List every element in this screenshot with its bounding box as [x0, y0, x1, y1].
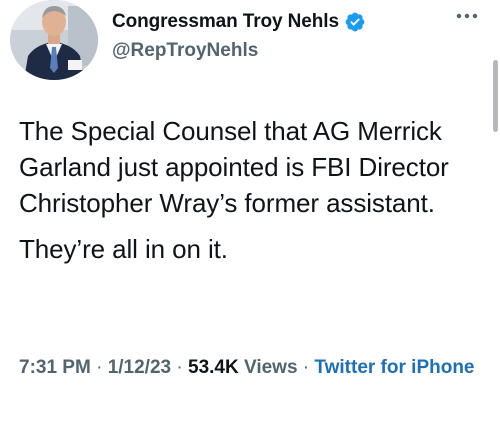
separator-dot: ·	[176, 357, 183, 378]
timestamp-time[interactable]: 7:31 PM	[19, 357, 91, 378]
tweet-card: Congressman Troy Nehls @RepTroyNehls The…	[0, 0, 500, 424]
name-row: Congressman Troy Nehls	[112, 10, 366, 34]
more-horizontal-icon[interactable]	[452, 6, 482, 26]
display-name[interactable]: Congressman Troy Nehls	[112, 11, 339, 33]
author-info: Congressman Troy Nehls @RepTroyNehls	[112, 10, 366, 62]
handle[interactable]: @RepTroyNehls	[112, 40, 366, 62]
source-link[interactable]: Twitter for iPhone	[314, 357, 474, 378]
separator-dot: ·	[96, 357, 103, 378]
timestamp-date[interactable]: 1/12/23	[108, 357, 171, 378]
tweet-paragraph: They’re all in on it.	[19, 234, 228, 264]
scrollbar-thumb[interactable]	[493, 60, 498, 132]
views-label: Views	[243, 357, 298, 378]
tweet-meta: 7:31 PM · 1/12/23 · 53.4K Views · Twitte…	[19, 353, 489, 382]
verified-badge-icon	[344, 11, 366, 33]
tweet-paragraph: The Special Counsel that AG Merrick Garl…	[19, 116, 449, 218]
tweet-text: The Special Counsel that AG Merrick Garl…	[19, 113, 489, 267]
avatar[interactable]	[10, 0, 98, 80]
separator-dot: ·	[302, 357, 310, 378]
views-count: 53.4K	[188, 357, 239, 378]
person-avatar-icon	[10, 0, 98, 80]
